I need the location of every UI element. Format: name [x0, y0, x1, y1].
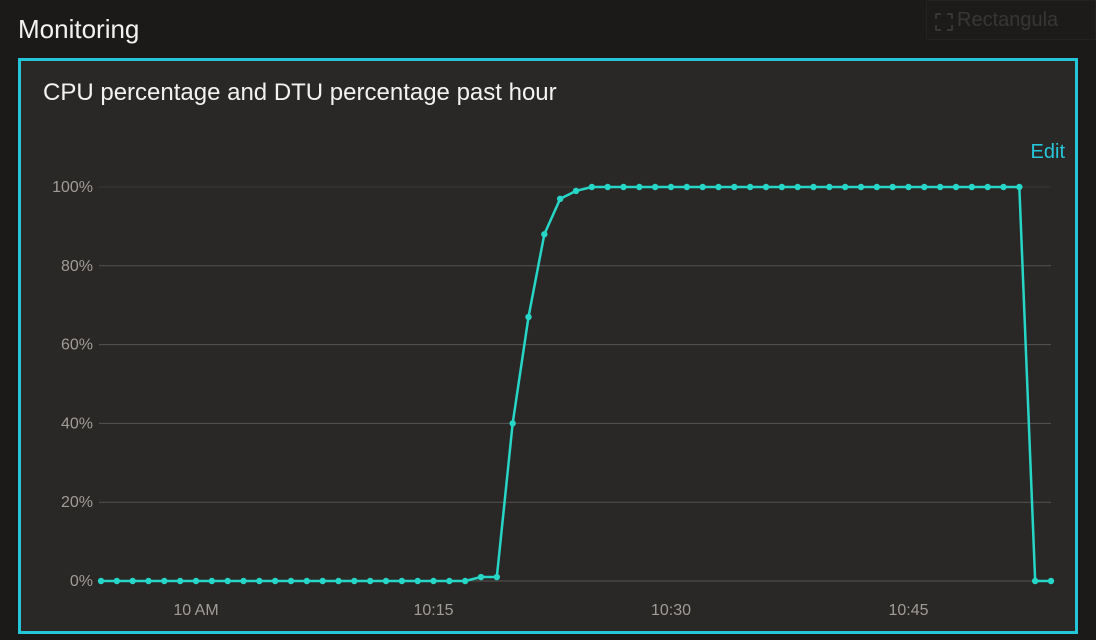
y-axis-tick-label: 0%: [70, 573, 93, 590]
series-point: [921, 184, 927, 190]
series-point: [446, 578, 452, 584]
y-axis-tick-label: 40%: [61, 415, 93, 432]
series-point: [604, 184, 610, 190]
series-point: [699, 184, 705, 190]
y-axis-tick-label: 60%: [61, 337, 93, 354]
series-point: [1048, 578, 1054, 584]
series-point: [684, 184, 690, 190]
series-point: [98, 578, 104, 584]
series-point: [779, 184, 785, 190]
chart-title: CPU percentage and DTU percentage past h…: [43, 79, 1063, 107]
series-point: [969, 184, 975, 190]
series-point: [335, 578, 341, 584]
series-point: [288, 578, 294, 584]
series-point: [763, 184, 769, 190]
series-point: [256, 578, 262, 584]
series-point: [668, 184, 674, 190]
series-point: [889, 184, 895, 190]
monitoring-chart-tile[interactable]: CPU percentage and DTU percentage past h…: [18, 58, 1078, 634]
series-point: [937, 184, 943, 190]
series-point: [620, 184, 626, 190]
series-point: [383, 578, 389, 584]
series-point: [842, 184, 848, 190]
series-point: [272, 578, 278, 584]
series-point: [114, 578, 120, 584]
series-point: [462, 578, 468, 584]
series-point: [636, 184, 642, 190]
series-point: [858, 184, 864, 190]
series-point: [1000, 184, 1006, 190]
page-title: Monitoring: [18, 14, 1080, 45]
rectangular-tool-label: Rectangula: [957, 9, 1058, 32]
series-point: [478, 574, 484, 580]
series-point: [1032, 578, 1038, 584]
series-point: [240, 578, 246, 584]
series-point: [984, 184, 990, 190]
x-axis-tick-label: 10:45: [888, 602, 928, 619]
series-point: [494, 574, 500, 580]
series-line: [101, 187, 1051, 581]
series-point: [161, 578, 167, 584]
series-point: [304, 578, 310, 584]
series-point: [209, 578, 215, 584]
series-point: [319, 578, 325, 584]
rectangular-tool-button[interactable]: Rectangula: [926, 0, 1096, 40]
series-point: [652, 184, 658, 190]
series-point: [129, 578, 135, 584]
series-point: [557, 196, 563, 202]
series-point: [874, 184, 880, 190]
x-axis-tick-label: 10:15: [413, 602, 453, 619]
series-point: [953, 184, 959, 190]
series-point: [399, 578, 405, 584]
series-point: [1016, 184, 1022, 190]
series-point: [351, 578, 357, 584]
series-point: [826, 184, 832, 190]
line-chart: 0% 20% 40% 60% 80% 100% 10 AM 10:15 10:30 10:45: [45, 179, 1057, 629]
series-point: [715, 184, 721, 190]
y-axis-tick-label: 100%: [52, 179, 93, 196]
edit-link[interactable]: Edit: [1031, 141, 1065, 164]
series-point: [905, 184, 911, 190]
series-point: [177, 578, 183, 584]
chart-area: 0% 20% 40% 60% 80% 100% 10 AM 10:15 10:30 10:45: [45, 179, 1059, 625]
series-point: [747, 184, 753, 190]
series-point: [224, 578, 230, 584]
series-point: [414, 578, 420, 584]
series-point: [810, 184, 816, 190]
series-point: [509, 420, 515, 426]
x-axis-tick-label: 10:30: [651, 602, 691, 619]
series-point: [525, 314, 531, 320]
series-point: [541, 231, 547, 237]
x-axis-tick-label: 10 AM: [173, 602, 218, 619]
y-axis-tick-label: 80%: [61, 258, 93, 275]
y-axis-tick-label: 20%: [61, 494, 93, 511]
series-point: [573, 188, 579, 194]
series-point: [731, 184, 737, 190]
series-point: [794, 184, 800, 190]
series-point: [430, 578, 436, 584]
series-point: [145, 578, 151, 584]
series-point: [367, 578, 373, 584]
series-point: [589, 184, 595, 190]
series-point: [193, 578, 199, 584]
